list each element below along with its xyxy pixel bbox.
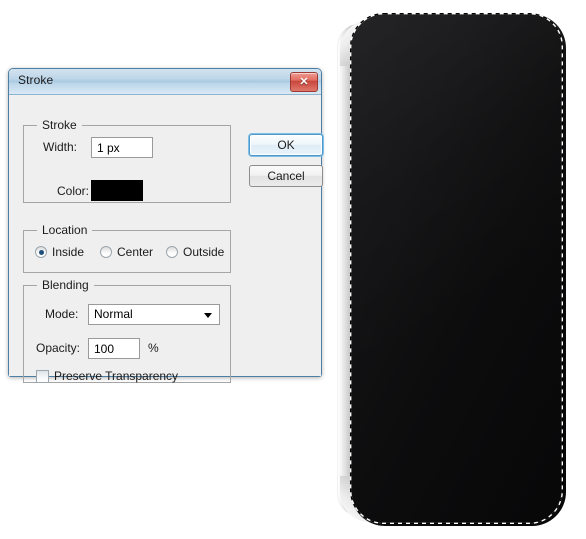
opacity-label: Opacity: [36,341,81,355]
blend-mode-dropdown[interactable]: Normal [88,304,220,325]
device-body-sheen [351,14,566,526]
chevron-down-icon [204,313,212,318]
color-label: Color: [57,184,90,198]
dialog-titlebar[interactable]: Stroke ✕ [9,69,321,95]
radio-outside-label: Outside [183,245,225,259]
radio-location-center[interactable]: Center [100,245,153,259]
mode-label: Mode: [45,307,79,321]
stroke-dialog: Stroke ✕ Stroke Width: Color: Location I… [8,68,323,383]
cancel-button[interactable]: Cancel [249,165,323,187]
width-label: Width: [43,140,78,154]
checkbox-mark [36,369,49,383]
ok-button[interactable]: OK [249,134,323,156]
close-icon[interactable]: ✕ [290,72,318,92]
radio-center-label: Center [117,245,154,259]
dialog-title: Stroke [18,73,54,87]
radio-inside-label: Inside [52,245,85,259]
close-icon-glyph: ✕ [299,76,309,88]
radio-inside-mark [35,246,47,258]
group-blending-legend: Blending [37,278,94,292]
device-artwork [338,12,566,526]
width-input[interactable] [91,137,153,158]
radio-outside-mark [166,246,178,258]
opacity-unit: % [148,341,159,355]
radio-location-outside[interactable]: Outside [166,245,224,259]
dialog-body: Stroke Width: Color: Location Inside Cen… [9,95,323,383]
radio-center-mark [100,246,112,258]
blend-mode-value: Normal [94,307,133,321]
opacity-input[interactable] [88,338,140,359]
preserve-transparency-label: Preserve Transparency [54,369,179,383]
color-swatch[interactable] [91,180,143,201]
radio-location-inside[interactable]: Inside [35,245,84,259]
preserve-transparency-checkbox[interactable]: Preserve Transparency [36,369,178,383]
device-body [351,14,566,526]
group-stroke-legend: Stroke [37,118,82,132]
group-location-legend: Location [37,223,93,237]
